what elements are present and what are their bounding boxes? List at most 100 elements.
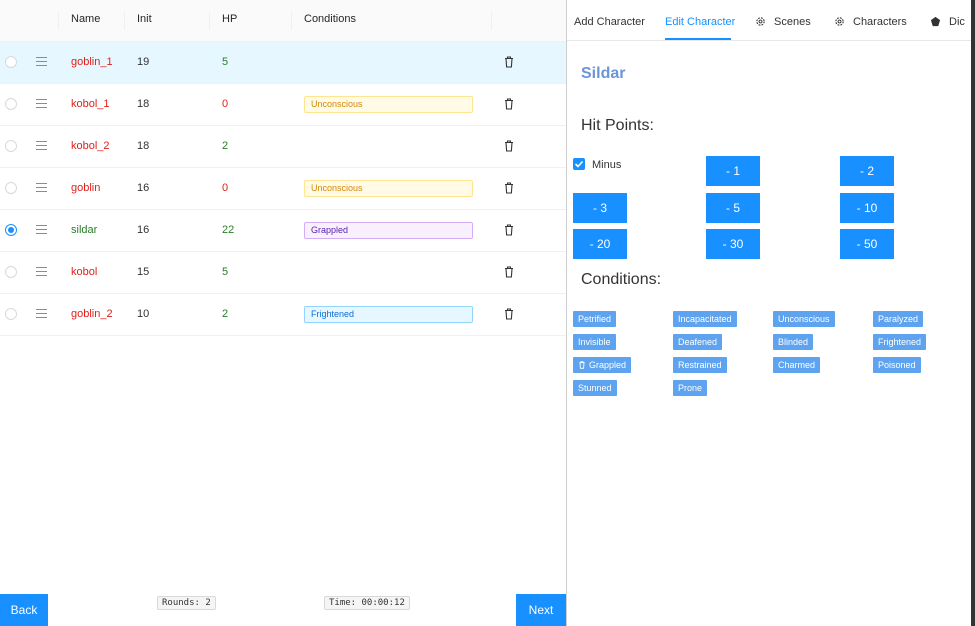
row-select-radio[interactable] [5, 308, 17, 320]
condition-tag: Frightened [304, 306, 473, 323]
condition-button-paralyzed[interactable]: Paralyzed [873, 311, 924, 327]
condition-button-incapacitated[interactable]: Incapacitated [673, 311, 737, 327]
hp-minus-button[interactable]: - 2 [840, 156, 894, 186]
tab-add-character[interactable]: Add Character [574, 16, 645, 28]
tab-label: Add Character [574, 16, 645, 28]
drag-handle-icon[interactable] [36, 57, 47, 66]
trash-icon[interactable] [504, 140, 514, 152]
drag-handle-icon[interactable] [36, 99, 47, 108]
condition-button-blinded[interactable]: Blinded [773, 334, 814, 350]
row-select-radio[interactable] [5, 224, 17, 236]
table-row[interactable]: goblin_1 19 5 [0, 42, 566, 84]
trash-icon[interactable] [504, 98, 514, 110]
hp-cell: 5 [222, 266, 229, 278]
hp-minus-button[interactable]: - 1 [706, 156, 760, 186]
drag-handle-icon[interactable] [36, 183, 47, 192]
condition-button-charmed[interactable]: Charmed [773, 357, 821, 373]
table-row[interactable]: kobol_2 18 2 [0, 126, 566, 168]
table-row[interactable]: kobol_1 18 0 Unconscious [0, 84, 566, 126]
character-name-cell: goblin_2 [71, 308, 113, 320]
table-row[interactable]: goblin 16 0 Unconscious [0, 168, 566, 210]
window-border [971, 0, 975, 626]
row-select-radio[interactable] [5, 182, 17, 194]
row-select-radio[interactable] [5, 98, 17, 110]
table-row[interactable]: sildar 16 22 Grappled [0, 210, 566, 252]
condition-button-prone[interactable]: Prone [673, 380, 708, 396]
trash-icon[interactable] [504, 266, 514, 278]
hp-minus-button[interactable]: - 20 [573, 229, 627, 259]
trash-icon[interactable] [504, 224, 514, 236]
condition-button-deafened[interactable]: Deafened [673, 334, 723, 350]
character-name-cell: goblin [71, 182, 101, 194]
column-header-hp: HP [222, 13, 238, 25]
hit-points-heading: Hit Points: [581, 117, 654, 134]
active-tab-indicator [665, 38, 731, 40]
hp-cell: 0 [222, 98, 229, 110]
character-name-cell: goblin_1 [71, 56, 113, 68]
row-select-radio[interactable] [5, 266, 17, 278]
trash-icon [579, 361, 585, 369]
condition-button-grappled[interactable]: Grappled [573, 357, 632, 373]
character-name-cell: kobol_2 [71, 140, 110, 152]
editor-panel: Add Character Edit Character Scenes Char… [567, 0, 971, 626]
tab-label: Characters [853, 16, 907, 28]
row-select-radio[interactable] [5, 56, 17, 68]
condition-button-stunned[interactable]: Stunned [573, 380, 617, 396]
trash-icon[interactable] [504, 182, 514, 194]
condition-button-petrified[interactable]: Petrified [573, 311, 617, 327]
initiative-cell: 19 [137, 56, 150, 68]
hp-cell: 5 [222, 56, 229, 68]
column-divider [58, 12, 59, 30]
hp-cell: 0 [222, 182, 229, 194]
trash-icon[interactable] [504, 308, 514, 320]
check-icon [574, 160, 584, 168]
condition-button-poisoned[interactable]: Poisoned [873, 357, 921, 373]
condition-button-invisible[interactable]: Invisible [573, 334, 616, 350]
drag-handle-icon[interactable] [36, 267, 47, 276]
tab-scenes[interactable]: Scenes [755, 16, 811, 28]
tab-dice[interactable]: Dic [930, 16, 965, 28]
condition-tag: Unconscious [304, 96, 473, 113]
condition-label: Grappled [589, 360, 627, 370]
hp-cell: 2 [222, 308, 229, 320]
tab-characters[interactable]: Characters [834, 16, 907, 28]
character-name-cell: kobol [71, 266, 98, 278]
column-header-name: Name [71, 13, 101, 25]
initiative-cell: 16 [137, 182, 150, 194]
hp-cell: 2 [222, 140, 229, 152]
tab-label: Dic [949, 16, 965, 28]
condition-button-restrained[interactable]: Restrained [673, 357, 727, 373]
column-divider [491, 12, 492, 30]
initiative-cell: 18 [137, 140, 150, 152]
column-header-init: Init [137, 13, 152, 25]
rounds-counter: Rounds: 2 [157, 596, 216, 610]
character-name-cell: sildar [71, 224, 98, 236]
condition-button-unconscious[interactable]: Unconscious [773, 311, 835, 327]
next-button[interactable]: Next [516, 594, 566, 626]
column-divider [209, 12, 210, 30]
hp-minus-button[interactable]: - 5 [706, 193, 760, 223]
initiative-cell: 10 [137, 308, 150, 320]
table-row[interactable]: kobol 15 5 [0, 252, 566, 294]
hp-minus-button[interactable]: - 10 [840, 193, 894, 223]
condition-button-frightened[interactable]: Frightened [873, 334, 927, 350]
drag-handle-icon[interactable] [36, 141, 47, 150]
column-header-conditions: Conditions [304, 13, 356, 25]
time-counter: Time: 00:00:12 [324, 596, 410, 610]
tab-edit-character[interactable]: Edit Character [665, 16, 735, 28]
hp-minus-button[interactable]: - 30 [706, 229, 760, 259]
dice-icon [930, 16, 941, 27]
table-row[interactable]: goblin_2 10 2 Frightened [0, 294, 566, 336]
back-button[interactable]: Back [0, 594, 48, 626]
hp-minus-button[interactable]: - 50 [840, 229, 894, 259]
table-header: Name Init HP Conditions [0, 0, 566, 42]
initiative-cell: 16 [137, 224, 150, 236]
column-divider [291, 12, 292, 30]
minus-checkbox[interactable] [573, 158, 585, 170]
tab-label: Edit Character [665, 16, 736, 28]
drag-handle-icon[interactable] [36, 309, 47, 318]
trash-icon[interactable] [504, 56, 514, 68]
row-select-radio[interactable] [5, 140, 17, 152]
hp-minus-button[interactable]: - 3 [573, 193, 627, 223]
drag-handle-icon[interactable] [36, 225, 47, 234]
